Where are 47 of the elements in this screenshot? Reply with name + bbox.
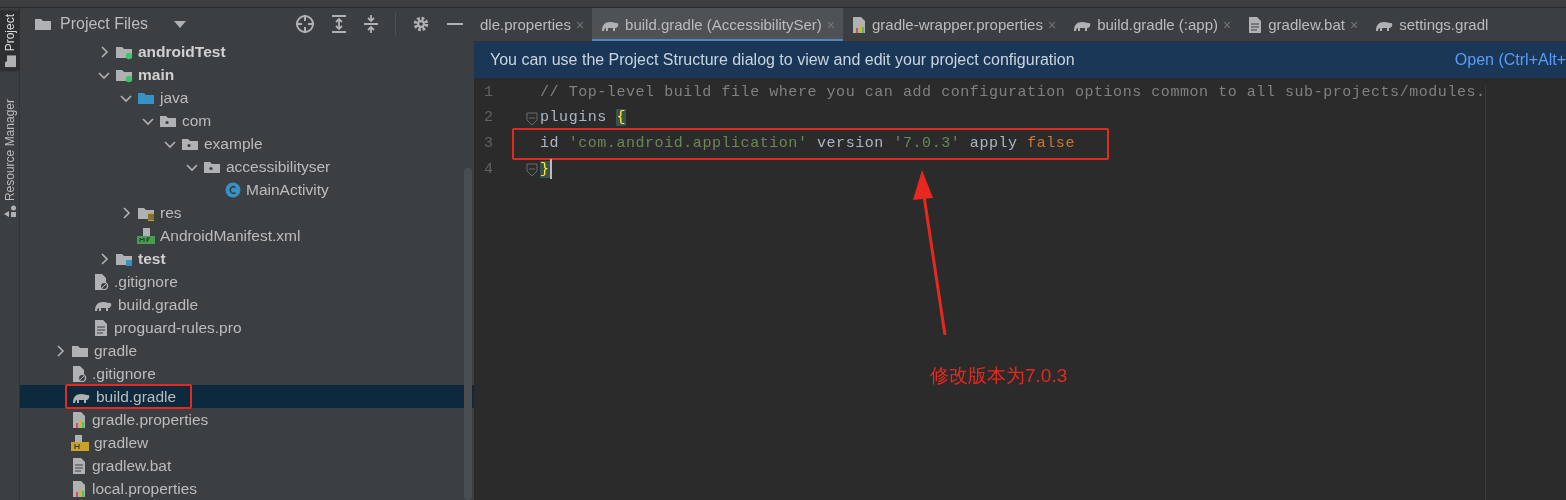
tree-item[interactable]: local.properties [20, 477, 474, 500]
view-dropdown[interactable]: Project Files [34, 12, 187, 36]
crosshair-icon[interactable] [295, 14, 315, 34]
tree-item[interactable]: res [20, 201, 474, 224]
tree-item[interactable]: example [20, 132, 474, 155]
tree-item[interactable]: java [20, 86, 474, 109]
tree-item[interactable]: proguard-rules.pro [20, 316, 474, 339]
tree-item[interactable]: gradlew.bat [20, 454, 474, 477]
fold-icon[interactable] [526, 162, 538, 177]
banner-message: You can use the Project Structure dialog to view and edit your project configuration [490, 50, 1075, 70]
folder-icon [34, 16, 52, 32]
editor-tab[interactable]: settings.gradl [1366, 8, 1497, 41]
editor-tab[interactable]: gradlew.bat × [1239, 8, 1367, 41]
tree-item[interactable]: gradlew [20, 431, 474, 454]
editor-tab[interactable]: dle.properties × [474, 8, 593, 41]
tree-item[interactable]: MainActivity [20, 178, 474, 201]
settings-icon[interactable] [412, 15, 430, 33]
tree-item[interactable]: androidTest [20, 40, 474, 63]
tree-item[interactable]: main [20, 63, 474, 86]
annotation-text: 修改版本为7.0.3 [930, 364, 1068, 388]
expand-all-icon[interactable] [331, 14, 347, 34]
editor-tab[interactable]: build.gradle (:app) × [1064, 8, 1240, 41]
tree-item[interactable]: .gitignore [20, 270, 474, 293]
line-number: 1 [483, 82, 494, 103]
code-line: // Top-level build file where you can add configuration options common to all sub-projects/modules. [540, 82, 1486, 103]
tree-item[interactable]: AndroidManifest.xml [20, 224, 474, 247]
code-line: plugins { [540, 108, 626, 129]
line-number: 2 [483, 108, 494, 129]
tree-item[interactable]: com [20, 109, 474, 132]
editor-tab[interactable]: build.gradle (AccessibilitySer) × [592, 8, 843, 41]
fold-icon[interactable] [526, 111, 538, 126]
tree-item[interactable]: gradle.properties [20, 408, 474, 431]
line-number: 3 [483, 133, 494, 154]
caret-down-icon [174, 20, 187, 28]
scrollbar[interactable] [464, 168, 472, 500]
tree-item[interactable]: test [20, 247, 474, 270]
open-link[interactable]: Open (Ctrl+Alt+ [1454, 48, 1566, 72]
collapse-all-icon[interactable] [363, 14, 379, 34]
tool-window-tab[interactable]: Resource Manager [0, 95, 20, 222]
tree-item[interactable]: .gitignore [20, 362, 474, 385]
tree-item[interactable]: build.gradle [20, 385, 474, 408]
editor-tab[interactable]: gradle-wrapper.properties × [843, 8, 1065, 41]
line-number: 4 [483, 159, 494, 180]
tree-item[interactable]: accessibilityser [20, 155, 474, 178]
tool-window-tab[interactable]: Project [0, 10, 20, 72]
tree-item[interactable]: gradle [20, 339, 474, 362]
tree-item[interactable]: build.gradle [20, 293, 474, 316]
